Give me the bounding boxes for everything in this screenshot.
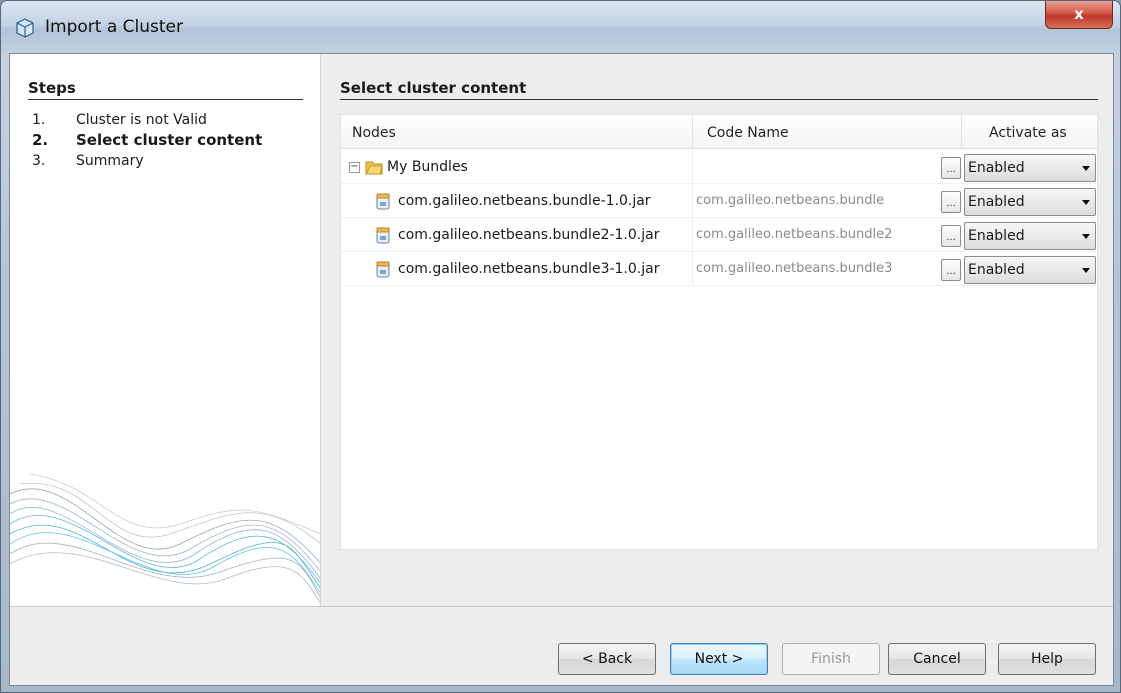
table-row[interactable]: com.galileo.netbeans.bundle2-1.0.jar com…: [341, 218, 1097, 252]
code-name-cell: com.galileo.netbeans.bundle2: [696, 227, 893, 242]
back-button[interactable]: < Back: [558, 643, 656, 675]
step-number: 2.: [32, 131, 49, 149]
step-item-2: 2. Select cluster content: [32, 131, 262, 149]
steps-panel: Steps 1. Cluster is not Valid 2. Select cl…: [10, 54, 321, 606]
finish-button[interactable]: Finish: [782, 643, 880, 675]
cell-divider: [692, 150, 693, 184]
jar-icon: [376, 193, 390, 210]
activate-as-dropdown[interactable]: Enabled: [964, 256, 1096, 284]
column-divider[interactable]: [961, 115, 962, 149]
activate-as-value: Enabled: [968, 160, 1025, 176]
code-name-cell: com.galileo.netbeans.bundle: [696, 193, 885, 208]
cell-divider: [692, 218, 693, 252]
node-label: com.galileo.netbeans.bundle2-1.0.jar: [398, 227, 660, 243]
title-divider: [340, 99, 1098, 100]
step-label: Cluster is not Valid: [76, 112, 207, 128]
next-button[interactable]: Next >: [670, 643, 768, 675]
activate-as-value: Enabled: [968, 262, 1025, 278]
activate-as-value: Enabled: [968, 228, 1025, 244]
activate-as-dropdown[interactable]: Enabled: [964, 188, 1096, 216]
close-button[interactable]: x: [1045, 1, 1113, 29]
table-row[interactable]: com.galileo.netbeans.bundle3-1.0.jar com…: [341, 252, 1097, 286]
step-item-1: 1. Cluster is not Valid: [32, 112, 207, 128]
code-name-cell: com.galileo.netbeans.bundle3: [696, 261, 893, 276]
page-title: Select cluster content: [340, 79, 527, 97]
folder-icon: [365, 161, 383, 175]
column-header-activate-as[interactable]: Activate as: [989, 115, 1067, 149]
column-header-nodes[interactable]: Nodes: [352, 115, 396, 149]
chevron-down-icon: [1082, 268, 1090, 273]
activate-as-dropdown[interactable]: Enabled: [964, 222, 1096, 250]
chevron-down-icon: [1082, 166, 1090, 171]
cancel-button[interactable]: Cancel: [888, 643, 986, 675]
steps-title: Steps: [28, 79, 76, 97]
step-label: Summary: [76, 153, 144, 169]
step-item-3: 3. Summary: [32, 153, 144, 169]
decorative-waves-image: [10, 473, 320, 604]
step-label: Select cluster content: [76, 131, 263, 149]
steps-divider: [28, 99, 303, 100]
table-row[interactable]: com.galileo.netbeans.bundle-1.0.jar com.…: [341, 184, 1097, 218]
column-header-code-name[interactable]: Code Name: [707, 115, 789, 149]
button-bar-divider: [10, 606, 1113, 607]
step-number: 1.: [32, 112, 46, 128]
customize-button[interactable]: ...: [941, 191, 961, 213]
customize-button[interactable]: ...: [941, 259, 961, 281]
window-title: Import a Cluster: [45, 17, 183, 37]
node-label: My Bundles: [387, 159, 468, 175]
chevron-down-icon: [1082, 200, 1090, 205]
customize-button[interactable]: ...: [941, 157, 961, 179]
column-divider[interactable]: [692, 115, 693, 149]
import-cluster-window: Import a Cluster x Steps 1. Cluster is no…: [0, 0, 1121, 693]
node-label: com.galileo.netbeans.bundle3-1.0.jar: [398, 261, 660, 277]
chevron-down-icon: [1082, 234, 1090, 239]
cell-divider: [692, 184, 693, 218]
collapse-toggle[interactable]: −: [349, 162, 360, 173]
step-number: 3.: [32, 153, 46, 169]
table-header: Nodes Code Name Activate as: [341, 115, 1097, 149]
node-label: com.galileo.netbeans.bundle-1.0.jar: [398, 193, 651, 209]
cell-divider: [692, 252, 693, 286]
customize-button[interactable]: ...: [941, 225, 961, 247]
title-bar[interactable]: Import a Cluster x: [1, 1, 1120, 53]
dialog-client-area: Steps 1. Cluster is not Valid 2. Select cl…: [9, 53, 1114, 686]
jar-icon: [376, 261, 390, 278]
table-row[interactable]: − My Bundles ... Enabled: [341, 150, 1097, 184]
activate-as-dropdown[interactable]: Enabled: [964, 154, 1096, 182]
netbeans-cube-icon: [16, 18, 34, 38]
jar-icon: [376, 227, 390, 244]
help-button[interactable]: Help: [998, 643, 1096, 675]
cluster-content-table[interactable]: Nodes Code Name Activate as − My Bundles…: [340, 114, 1098, 550]
activate-as-value: Enabled: [968, 194, 1025, 210]
